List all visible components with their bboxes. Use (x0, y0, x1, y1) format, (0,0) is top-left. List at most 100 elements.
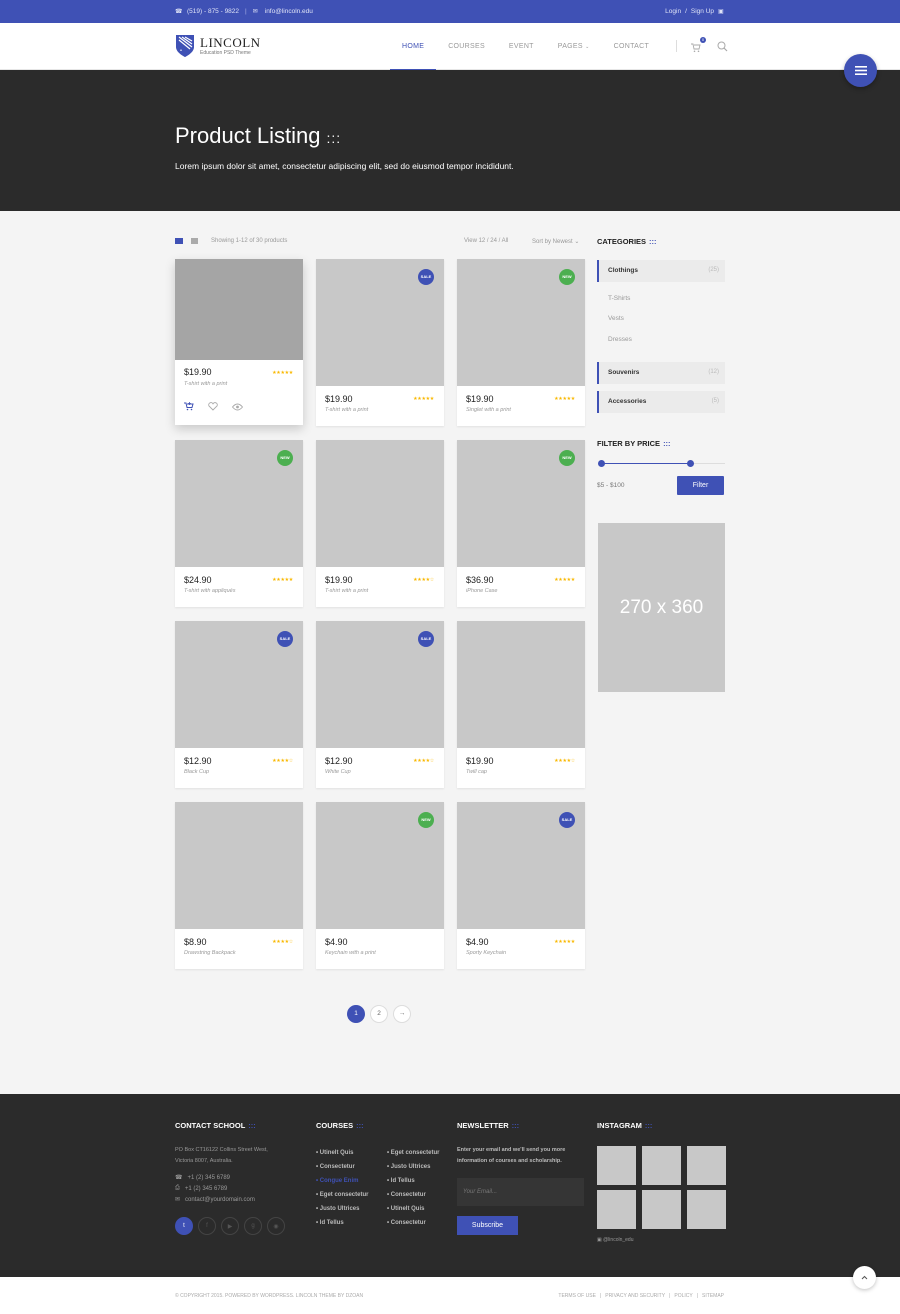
back-to-top-button[interactable] (853, 1266, 876, 1289)
product-card[interactable]: $19.90 Twill cap ★★★★☆ (457, 621, 585, 788)
instagram-photo[interactable] (687, 1146, 726, 1185)
nav-home[interactable]: HOME (390, 23, 437, 71)
menu-fab-button[interactable] (844, 54, 877, 87)
site-logo[interactable]: LINCOLN Education PSD Theme (176, 35, 261, 57)
dribbble-icon[interactable]: ◉ (267, 1217, 285, 1235)
youtube-icon[interactable]: ▶ (221, 1217, 239, 1235)
category-clothings[interactable]: Clothings (25) (597, 260, 725, 282)
google-plus-icon[interactable]: g (244, 1217, 262, 1235)
price-range-value: $5 - $100 (597, 482, 625, 489)
category-souvenirs[interactable]: Souvenirs (12) (597, 362, 725, 384)
price-slider-max-handle[interactable] (687, 460, 695, 467)
sort-select[interactable]: Sort by Newest ⌄ (532, 238, 579, 245)
instagram-photo[interactable] (597, 1190, 636, 1229)
course-link[interactable]: • Utinelt Quis (387, 1202, 439, 1216)
header-icons: 0 (676, 37, 728, 53)
course-link[interactable]: • Eget consectetur (316, 1188, 368, 1202)
course-link[interactable]: • Consectetur (387, 1216, 439, 1230)
brand-name: LINCOLN (200, 35, 261, 50)
next-page-button[interactable]: → (393, 1005, 411, 1023)
product-image[interactable] (457, 621, 585, 748)
product-name[interactable]: Twill cap (466, 769, 487, 775)
mail-icon: ✉ (175, 1197, 181, 1203)
footer-email[interactable]: ✉ contact@yourdomain.com (175, 1196, 255, 1204)
course-link[interactable]: • Justo Ultrices (316, 1202, 368, 1216)
product-name[interactable]: T-shirt with appliqués (184, 588, 235, 594)
subcategory-dresses[interactable]: Dresses (608, 336, 632, 343)
product-card[interactable]: $8.90 Drawstring Backpack ★★★★☆ (175, 802, 303, 969)
product-card[interactable]: SALE $4.90 Sporty Keychain ★★★★★ (457, 802, 585, 969)
view-per-page[interactable]: View 12 / 24 / All (464, 238, 508, 244)
newsletter-email-input[interactable]: Your Email... (457, 1178, 584, 1206)
add-to-cart-icon[interactable] (184, 402, 194, 411)
product-card[interactable]: SALE $19.90 T-shirt with a print ★★★★★ (316, 259, 444, 426)
product-name[interactable]: T-shirt with a print (184, 381, 227, 387)
subcategory-tshirts[interactable]: T-Shirts (608, 295, 630, 302)
page-title-text: Product Listing (175, 123, 321, 148)
twitter-icon[interactable]: t (175, 1217, 193, 1235)
sitemap-link[interactable]: SITEMAP (702, 1293, 724, 1299)
product-name[interactable]: Black Cup (184, 769, 209, 775)
product-image[interactable] (316, 440, 444, 567)
product-name[interactable]: Sporty Keychain (466, 950, 506, 956)
filter-button[interactable]: Filter (677, 476, 724, 495)
product-card[interactable]: SALE $12.90 White Cup ★★★★☆ (316, 621, 444, 788)
subcategory-vests[interactable]: Vests (608, 315, 624, 322)
course-link[interactable]: • Utinelt Quis (316, 1146, 368, 1160)
privacy-link[interactable]: PRIVACY AND SECURITY (605, 1293, 665, 1299)
product-card[interactable]: NEW $24.90 T-shirt with appliqués ★★★★★ (175, 440, 303, 607)
subscribe-button[interactable]: Subscribe (457, 1216, 518, 1235)
page-1-button[interactable]: 1 (347, 1005, 365, 1023)
list-view-icon[interactable] (191, 238, 198, 244)
signup-link[interactable]: Sign Up (691, 8, 714, 15)
product-name[interactable]: Drawstring Backpack (184, 950, 236, 956)
terms-link[interactable]: TERMS OF USE (558, 1293, 596, 1299)
product-badge: NEW (559, 269, 575, 285)
product-card[interactable]: NEW $19.90 Singlet with a print ★★★★★ (457, 259, 585, 426)
ad-banner-placeholder[interactable]: 270 x 360 (598, 523, 725, 692)
product-card[interactable]: SALE $12.90 Black Cup ★★★★☆ (175, 621, 303, 788)
search-icon[interactable] (717, 41, 728, 52)
product-name[interactable]: Singlet with a print (466, 407, 511, 413)
product-card[interactable]: NEW $36.90 iPhone Case ★★★★★ (457, 440, 585, 607)
course-link[interactable]: • Congue Enim (316, 1174, 368, 1188)
nav-courses[interactable]: COURSES (436, 23, 497, 70)
instagram-photo[interactable] (642, 1190, 681, 1229)
course-link[interactable]: • Consectetur (387, 1188, 439, 1202)
product-price: $4.90 (466, 937, 489, 947)
instagram-photo[interactable] (642, 1146, 681, 1185)
course-link-label: Id Tellus (390, 1178, 415, 1184)
course-link[interactable]: • Id Tellus (316, 1216, 368, 1230)
product-card[interactable]: $19.90 T-shirt with a print ★★★★★ (175, 259, 303, 425)
product-image[interactable] (175, 802, 303, 929)
product-name[interactable]: White Cup (325, 769, 351, 775)
course-link[interactable]: • Eget consectetur (387, 1146, 439, 1160)
nav-contact[interactable]: CONTACT (602, 23, 661, 70)
course-link[interactable]: • Id Tellus (387, 1174, 439, 1188)
nav-event[interactable]: EVENT (497, 23, 546, 70)
policy-link[interactable]: POLICY (674, 1293, 692, 1299)
product-name[interactable]: T-shirt with a print (325, 588, 368, 594)
heart-icon[interactable] (208, 402, 218, 411)
top-email[interactable]: info@lincoln.edu (265, 8, 313, 15)
page-2-button[interactable]: 2 (370, 1005, 388, 1023)
nav-pages[interactable]: PAGES ⌄ (546, 23, 602, 70)
product-card[interactable]: $19.90 T-shirt with a print ★★★★☆ (316, 440, 444, 607)
product-image[interactable] (175, 259, 303, 360)
eye-icon[interactable] (232, 403, 243, 411)
price-slider-min-handle[interactable] (598, 460, 605, 467)
instagram-photo[interactable] (687, 1190, 726, 1229)
course-link[interactable]: • Consectetur (316, 1160, 368, 1174)
product-card[interactable]: NEW $4.90 Keychain with a print (316, 802, 444, 969)
product-name[interactable]: iPhone Case (466, 588, 498, 594)
login-link[interactable]: Login (665, 8, 681, 15)
grid-view-icon[interactable] (175, 238, 183, 244)
category-accessories[interactable]: Accessories (5) (597, 391, 725, 413)
product-name[interactable]: Keychain with a print (325, 950, 376, 956)
instagram-handle[interactable]: ▣ @lincoln_edu (597, 1237, 634, 1243)
cart-button[interactable]: 0 (691, 37, 706, 53)
instagram-photo[interactable] (597, 1146, 636, 1185)
product-name[interactable]: T-shirt with a print (325, 407, 368, 413)
course-link[interactable]: • Justo Ultrices (387, 1160, 439, 1174)
facebook-icon[interactable]: f (198, 1217, 216, 1235)
